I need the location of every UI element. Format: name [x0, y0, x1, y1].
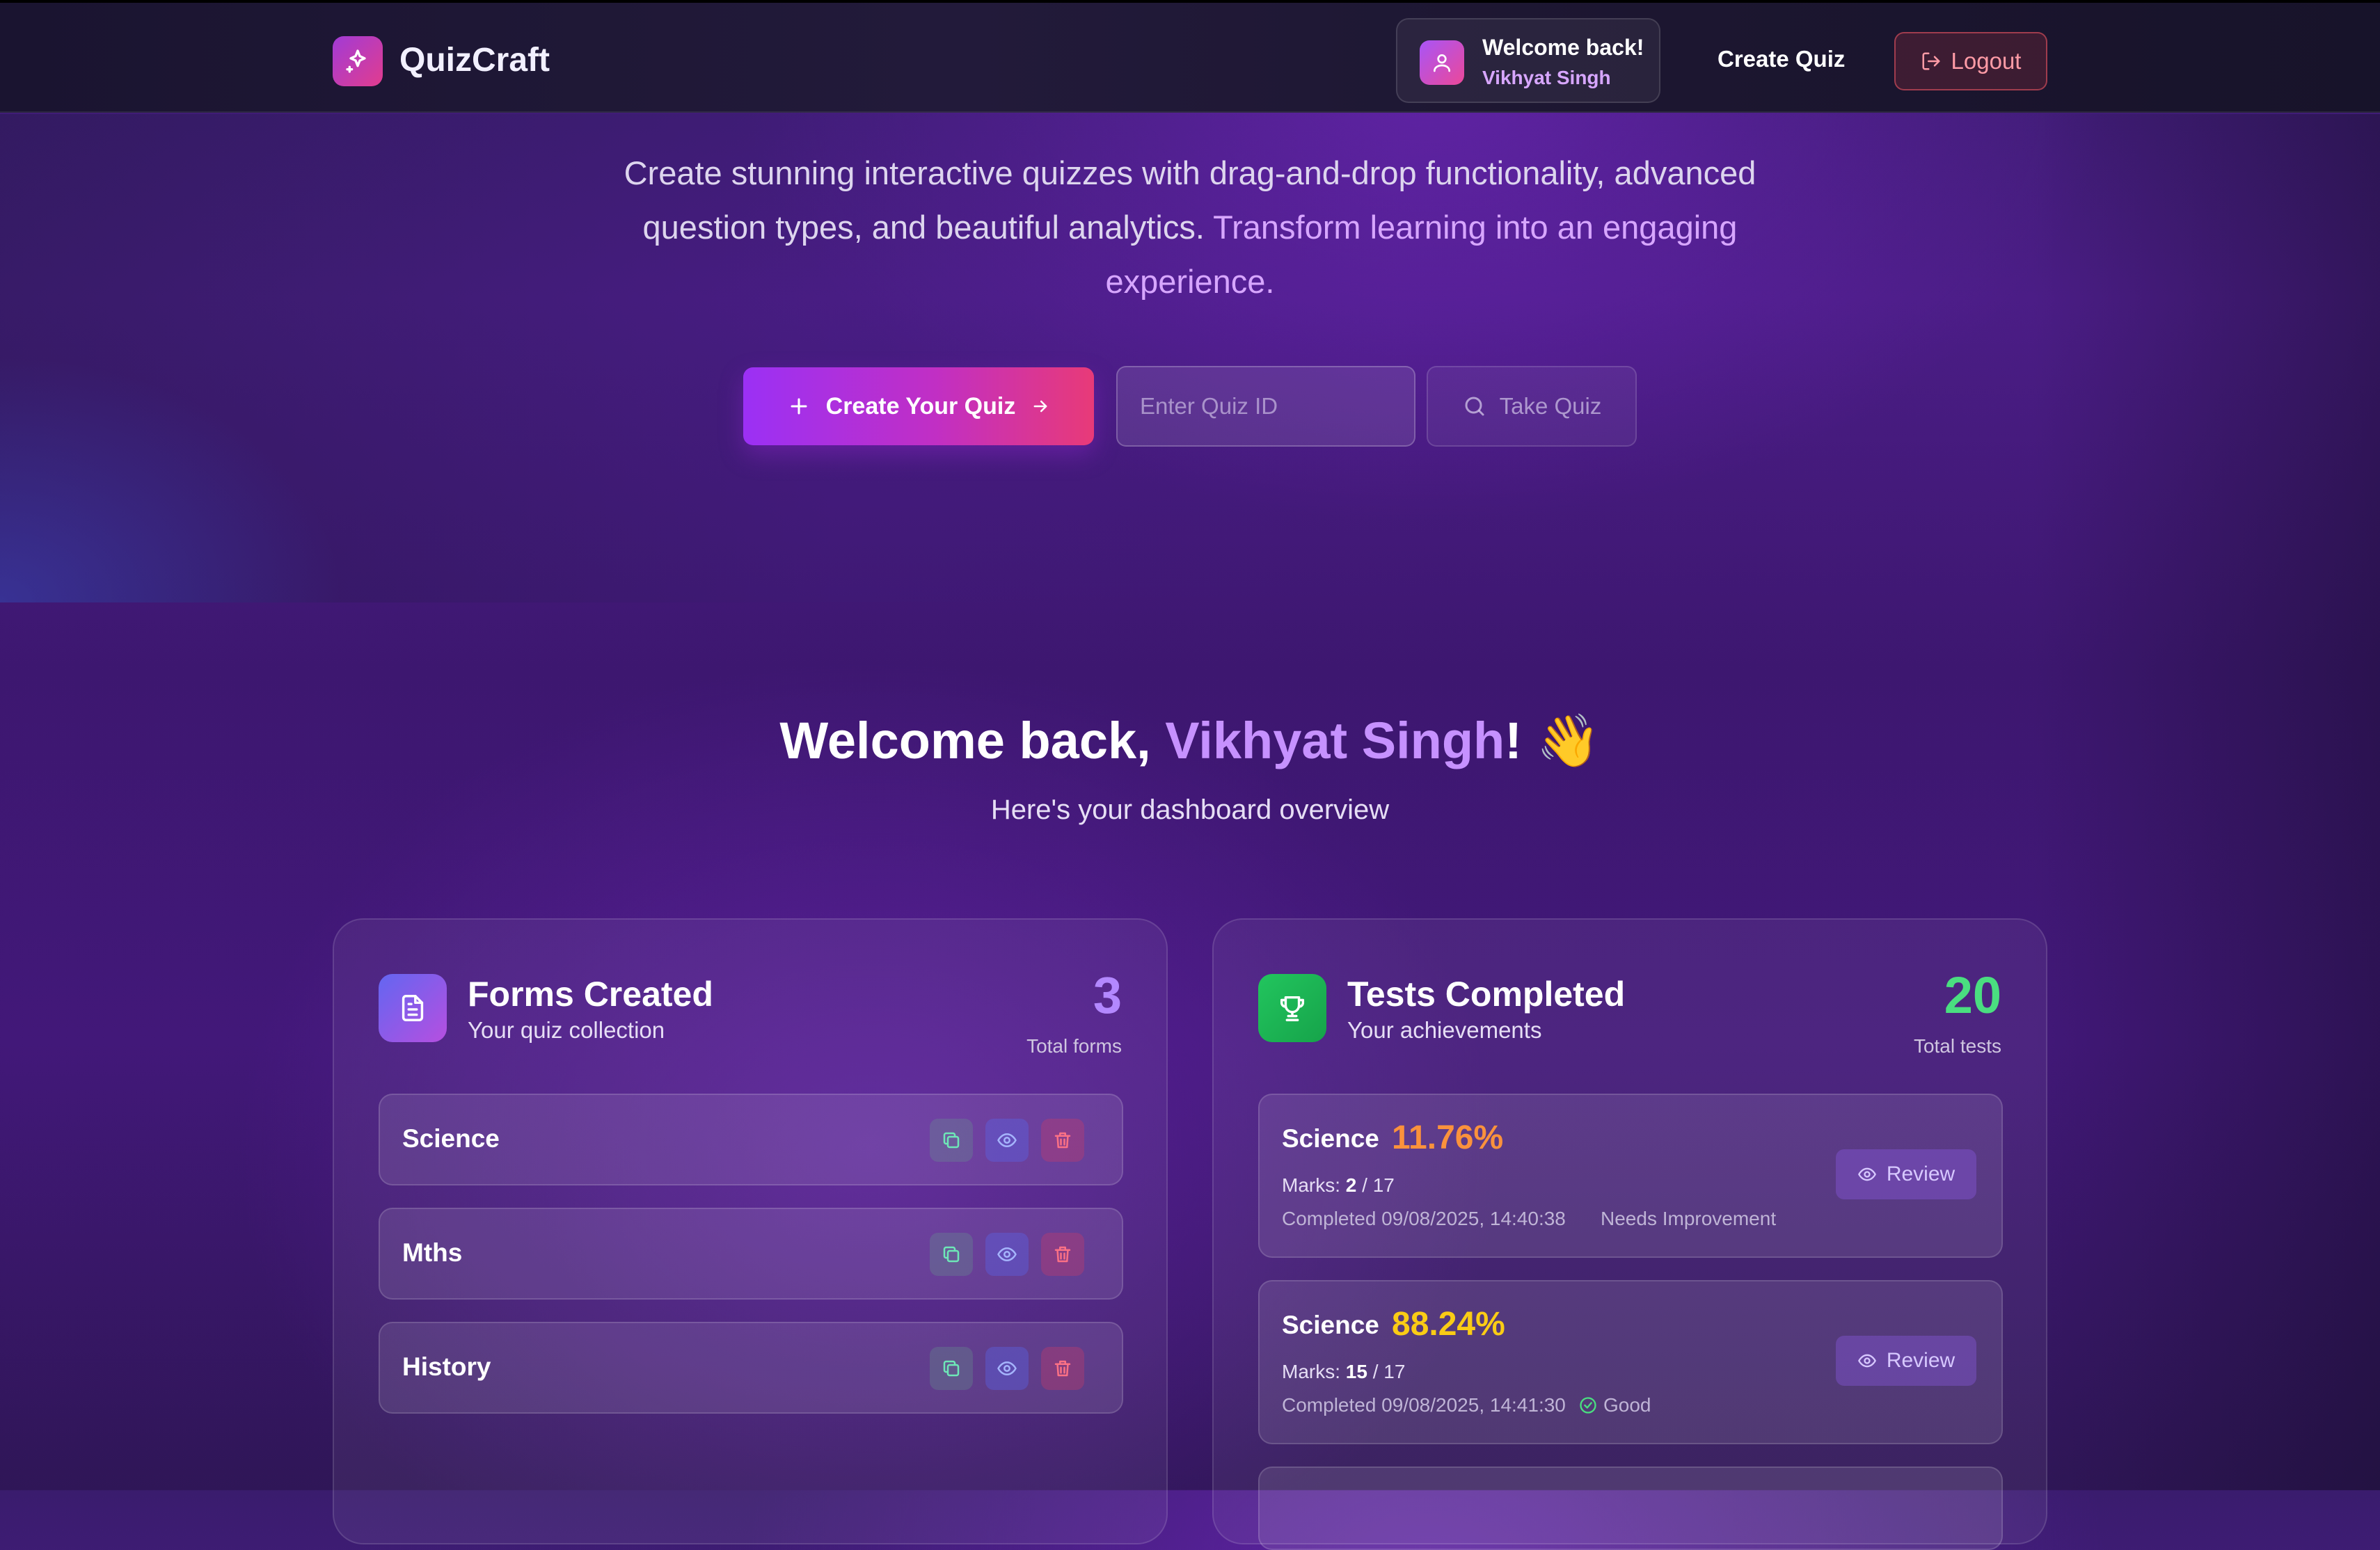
user-icon: [1420, 40, 1464, 85]
marks-score: 15: [1345, 1361, 1367, 1382]
test-status-label: Good: [1603, 1394, 1651, 1416]
forms-count-label: Total forms: [1026, 1035, 1122, 1057]
eye-icon: [1857, 1354, 1876, 1368]
plus-icon: [791, 398, 807, 415]
search-icon: [1465, 397, 1484, 416]
marks-total: / 17: [1362, 1174, 1395, 1196]
form-name: History: [402, 1352, 491, 1381]
copy-icon[interactable]: [930, 1119, 973, 1162]
nav-create-quiz-link[interactable]: Create Quiz: [1717, 46, 1845, 72]
forms-panel-subtitle: Your quiz collection: [468, 1017, 665, 1043]
eye-icon[interactable]: [985, 1347, 1029, 1390]
forms-panel-title: Forms Created: [468, 975, 713, 1014]
test-subject: Science: [1282, 1311, 1379, 1339]
dashboard-greeting-suffix: ! 👋: [1505, 712, 1601, 769]
trash-icon[interactable]: [1041, 1233, 1084, 1276]
hero-description: Create stunning interactive quizzes with…: [598, 146, 1782, 309]
check-circle-icon: [1580, 1397, 1596, 1414]
trash-icon[interactable]: [1041, 1119, 1084, 1162]
test-marks: Marks: 2 / 17: [1282, 1174, 1395, 1197]
form-row-science[interactable]: Science: [379, 1094, 1123, 1185]
test-percentage: 88.24%: [1392, 1306, 1505, 1343]
user-welcome-card: Welcome back! Vikhyat Singh: [1396, 18, 1660, 103]
marks-label: Marks:: [1282, 1361, 1340, 1382]
eye-icon[interactable]: [985, 1233, 1029, 1276]
arrow-right-icon: [1033, 400, 1047, 413]
forms-created-panel: Forms Created Your quiz collection 3 Tot…: [333, 918, 1168, 1544]
eye-icon: [1857, 1167, 1876, 1181]
review-label: Review: [1886, 1162, 1955, 1185]
test-result-card: [1258, 1467, 2003, 1550]
test-subject: Science: [1282, 1124, 1379, 1153]
forms-count: 3: [1093, 966, 1122, 1024]
logout-label: Logout: [1951, 48, 2022, 74]
eye-icon[interactable]: [985, 1119, 1029, 1162]
top-navbar: QuizCraft Welcome back! Vikhyat Singh Cr…: [0, 0, 2380, 113]
trophy-icon: [1258, 974, 1326, 1042]
dashboard-title: Welcome back, Vikhyat Singh! 👋: [0, 711, 2380, 772]
test-result-card: Science 88.24% Marks: 15 / 17 Completed …: [1258, 1280, 2003, 1444]
test-percentage: 11.76%: [1392, 1119, 1504, 1156]
logo-sparkle-icon[interactable]: [333, 36, 383, 86]
logout-button[interactable]: Logout: [1894, 32, 2047, 90]
dashboard-user-name: Vikhyat Singh: [1165, 712, 1505, 769]
form-name: Science: [402, 1124, 500, 1153]
take-quiz-label: Take Quiz: [1499, 393, 1602, 419]
copy-icon[interactable]: [930, 1347, 973, 1390]
tests-count-label: Total tests: [1913, 1035, 2001, 1057]
test-completed-time: Completed 09/08/2025, 14:41:30: [1282, 1394, 1566, 1416]
trash-icon[interactable]: [1041, 1347, 1084, 1390]
tests-count: 20: [1944, 966, 2001, 1024]
welcome-user-name: Vikhyat Singh: [1482, 67, 1611, 88]
tests-completed-panel: Tests Completed Your achievements 20 Tot…: [1212, 918, 2047, 1550]
form-row-mths[interactable]: Mths: [379, 1208, 1123, 1300]
take-quiz-button[interactable]: Take Quiz: [1427, 366, 1637, 447]
welcome-title: Welcome back!: [1482, 35, 1644, 60]
tests-panel-subtitle: Your achievements: [1347, 1017, 1542, 1043]
test-status: Good: [1578, 1394, 1651, 1416]
test-status: Needs Improvement: [1601, 1208, 1776, 1230]
tests-panel-title: Tests Completed: [1347, 975, 1626, 1014]
test-marks: Marks: 15 / 17: [1282, 1361, 1405, 1383]
copy-icon[interactable]: [930, 1233, 973, 1276]
review-button[interactable]: Review: [1836, 1336, 1976, 1386]
test-status-label: Needs Improvement: [1601, 1208, 1777, 1229]
form-name: Mths: [402, 1238, 463, 1267]
document-icon: [379, 974, 447, 1042]
dashboard-greeting: Welcome back,: [779, 712, 1151, 769]
logout-icon: [1922, 52, 1940, 70]
create-your-quiz-label: Create Your Quiz: [825, 392, 1016, 420]
test-completed-time: Completed 09/08/2025, 14:40:38: [1282, 1208, 1566, 1229]
create-your-quiz-button[interactable]: Create Your Quiz: [743, 367, 1094, 445]
dashboard-subtitle: Here's your dashboard overview: [990, 794, 1390, 825]
brand-name[interactable]: QuizCraft: [399, 41, 550, 79]
marks-score: 2: [1345, 1174, 1357, 1196]
marks-total: / 17: [1372, 1361, 1406, 1382]
quiz-id-input[interactable]: [1116, 366, 1415, 447]
review-label: Review: [1886, 1349, 1955, 1372]
marks-label: Marks:: [1282, 1174, 1340, 1196]
test-result-card: Science 11.76% Marks: 2 / 17 Completed 0…: [1258, 1094, 2003, 1258]
form-row-history[interactable]: History: [379, 1322, 1123, 1414]
review-button[interactable]: Review: [1836, 1149, 1976, 1199]
